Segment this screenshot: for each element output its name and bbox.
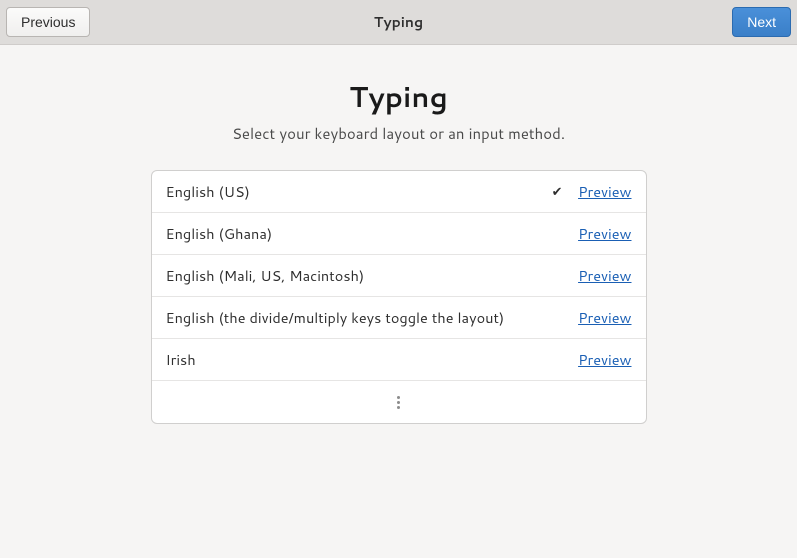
page-subtitle: Select your keyboard layout or an input … [0, 123, 797, 144]
preview-link[interactable]: Preview [568, 265, 631, 286]
header-title: Typing [0, 12, 797, 32]
layout-label: English (the divide/multiply keys toggle… [166, 307, 547, 328]
layout-row[interactable]: English (the divide/multiply keys toggle… [152, 297, 646, 339]
preview-link[interactable]: Preview [568, 181, 631, 202]
preview-link[interactable]: Preview [568, 349, 631, 370]
preview-link[interactable]: Preview [568, 307, 631, 328]
layout-row[interactable]: English (Mali, US, Macintosh) Preview [152, 255, 646, 297]
page-title: Typing [0, 77, 797, 117]
layout-label: Irish [166, 349, 547, 370]
keyboard-layout-list: English (US) ✔ Preview English (Ghana) P… [151, 170, 647, 424]
more-icon [397, 396, 400, 409]
header-bar: Previous Typing Next [0, 0, 797, 45]
layout-label: English (Mali, US, Macintosh) [166, 265, 547, 286]
preview-link[interactable]: Preview [568, 223, 631, 244]
check-icon: ✔ [546, 183, 568, 201]
layout-row[interactable]: Irish Preview [152, 339, 646, 381]
more-layouts-button[interactable] [152, 381, 646, 423]
layout-label: English (Ghana) [166, 223, 547, 244]
layout-row[interactable]: English (US) ✔ Preview [152, 171, 646, 213]
content-area: Typing Select your keyboard layout or an… [0, 45, 797, 424]
previous-button[interactable]: Previous [6, 7, 90, 37]
layout-label: English (US) [166, 181, 547, 202]
next-button[interactable]: Next [732, 7, 791, 37]
layout-row[interactable]: English (Ghana) Preview [152, 213, 646, 255]
